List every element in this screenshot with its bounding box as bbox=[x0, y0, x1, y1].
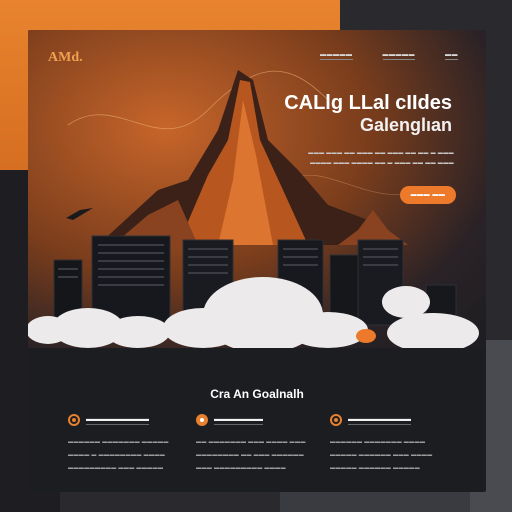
top-nav: ▬▬▬▬▬ ▬▬▬▬▬ ▬▬ bbox=[320, 52, 458, 60]
nav-item-3[interactable]: ▬▬ bbox=[445, 52, 458, 60]
landing-page-card: AMd. ▬▬▬▬▬ ▬▬▬▬▬ ▬▬ CALlg LLal cIIdes Ga… bbox=[28, 30, 486, 492]
feature-title[interactable]: ▬▬▬▬▬▬▬▬▬ bbox=[348, 416, 411, 425]
feature-title[interactable]: ▬▬▬▬▬▬▬▬▬ bbox=[86, 416, 149, 425]
nav-item-1[interactable]: ▬▬▬▬▬ bbox=[320, 52, 353, 60]
target-icon bbox=[68, 414, 80, 426]
feature-title[interactable]: ▬▬▬▬▬▬▬ bbox=[214, 416, 263, 425]
section-title: Cra An Goalnalh bbox=[210, 387, 304, 401]
hero-section: AMd. ▬▬▬▬▬ ▬▬▬▬▬ ▬▬ CALlg LLal cIIdes Ga… bbox=[28, 30, 486, 355]
feature-description: ▬▬▬▬▬▬ ▬▬▬▬▬▬▬ ▬▬▬▬ ▬▬▬▬▬ ▬▬▬▬▬▬ ▬▬▬ ▬▬▬… bbox=[330, 439, 433, 471]
brand-logo[interactable]: AMd. bbox=[48, 50, 83, 66]
feature-description: ▬▬▬▬▬▬ ▬▬▬▬▬▬▬ ▬▬▬▬▬ ▬▬▬▬ ▬ ▬▬▬▬▬▬▬▬ ▬▬▬… bbox=[68, 439, 169, 471]
hero-title-line2: Galenglıan bbox=[359, 115, 452, 135]
hero-title-line1: CALlg LLal cIIdes bbox=[284, 92, 452, 114]
hero-title: CALlg LLal cIIdes Galenglıan bbox=[284, 92, 452, 136]
settings-icon bbox=[196, 414, 208, 426]
cta-button[interactable]: ▬▬▬ ▬▬ bbox=[400, 186, 456, 204]
hero-description: ▬▬▬ ▬▬▬ ▬▬ ▬▬▬ ▬▬ ▬▬▬ ▬▬ ▬▬ ▬ ▬▬▬ ▬▬▬▬ ▬… bbox=[308, 150, 454, 166]
feature-description: ▬▬ ▬▬▬▬▬▬▬ ▬▬▬ ▬▬▬▬ ▬▬▬ ▬▬▬▬▬▬▬▬ ▬▬ ▬▬▬ … bbox=[196, 439, 306, 471]
target-icon bbox=[330, 414, 342, 426]
nav-item-2[interactable]: ▬▬▬▬▬ bbox=[382, 52, 415, 60]
